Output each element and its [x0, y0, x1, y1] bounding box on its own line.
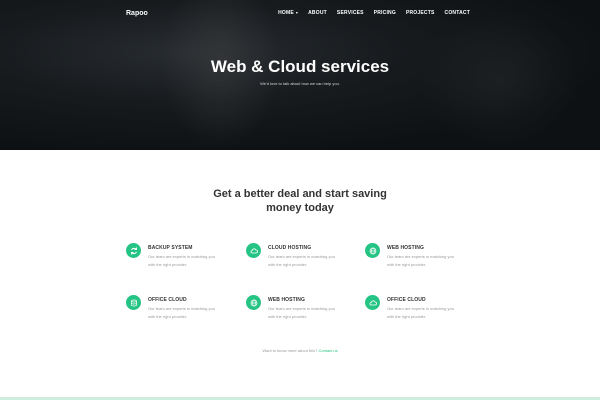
service-name: WEB HOSTING [268, 297, 305, 303]
nav-home[interactable]: HOME ▾ [278, 10, 298, 16]
nav-services[interactable]: SERVICES [337, 10, 364, 16]
contact-note-text: Want to know more about this? [262, 348, 318, 353]
service-desc-line: with the right provider. [387, 314, 427, 319]
contact-note: Want to know more about this? Contact us [0, 348, 600, 353]
service-name: OFFICE CLOUD [387, 297, 426, 303]
service-item-office-cloud-2: OFFICE CLOUD Our team are experts in mat… [365, 295, 475, 329]
service-desc-line: Our team are experts in matching you [387, 254, 454, 259]
globe-icon [246, 295, 261, 310]
service-desc-line: Our team are experts in matching you [387, 306, 454, 311]
service-item-backup-system: BACKUP SYSTEM Our team are experts in ma… [126, 243, 236, 277]
service-description: Our team are experts in matching you wit… [387, 253, 473, 269]
brand-logo[interactable]: Rapoo [126, 10, 148, 17]
nav-pricing[interactable]: PRICING [374, 10, 396, 16]
service-desc-line: with the right provider. [268, 314, 308, 319]
service-desc-line: with the right provider. [148, 262, 188, 267]
service-item-office-cloud: OFFICE CLOUD Our team are experts in mat… [126, 295, 236, 329]
service-name: CLOUD HOSTING [268, 245, 312, 251]
chevron-down-icon: ▾ [295, 10, 299, 15]
service-desc-line: Our team are experts in matching you [148, 306, 215, 311]
service-description: Our team are experts in matching you wit… [268, 253, 354, 269]
service-description: Our team are experts in matching you wit… [387, 305, 473, 321]
service-item-web-hosting-2: WEB HOSTING Our team are experts in matc… [246, 295, 356, 329]
service-description: Our team are experts in matching you wit… [148, 253, 234, 269]
globe-icon [365, 243, 380, 258]
refresh-icon [126, 243, 141, 258]
service-description: Our team are experts in matching you wit… [148, 305, 234, 321]
cloud-icon [365, 295, 380, 310]
service-name: WEB HOSTING [387, 245, 424, 251]
section-title-line2: money today [266, 202, 334, 214]
hero-subtitle: We'd love to talk about how we can help … [260, 81, 340, 86]
service-item-cloud-hosting: CLOUD HOSTING Our team are experts in ma… [246, 243, 356, 277]
service-name: BACKUP SYSTEM [148, 245, 193, 251]
service-item-web-hosting: WEB HOSTING Our team are experts in matc… [365, 243, 475, 277]
service-desc-line: Our team are experts in matching you [148, 254, 215, 259]
section-title: Get a better deal and start saving money… [0, 187, 600, 215]
service-desc-line: with the right provider. [387, 262, 427, 267]
section-title-line1: Get a better deal and start saving [213, 188, 387, 200]
service-desc-line: Our team are experts in matching you [268, 306, 335, 311]
nav-home-label: HOME [278, 10, 294, 16]
service-desc-line: Our team are experts in matching you [268, 254, 335, 259]
cloud-icon [246, 243, 261, 258]
nav-projects[interactable]: PROJECTS [406, 10, 435, 16]
hero-title: Web & Cloud services [210, 57, 390, 76]
nav-contact[interactable]: CONTACT [445, 10, 470, 16]
main-nav: HOME ▾ ABOUT SERVICES PRICING PROJECTS CO… [278, 10, 470, 16]
nav-about[interactable]: ABOUT [308, 10, 327, 16]
database-icon [126, 295, 141, 310]
contact-us-link[interactable]: Contact us [319, 348, 338, 353]
service-desc-line: with the right provider. [148, 314, 188, 319]
service-name: OFFICE CLOUD [148, 297, 187, 303]
service-description: Our team are experts in matching you wit… [268, 305, 354, 321]
service-desc-line: with the right provider. [268, 262, 308, 267]
